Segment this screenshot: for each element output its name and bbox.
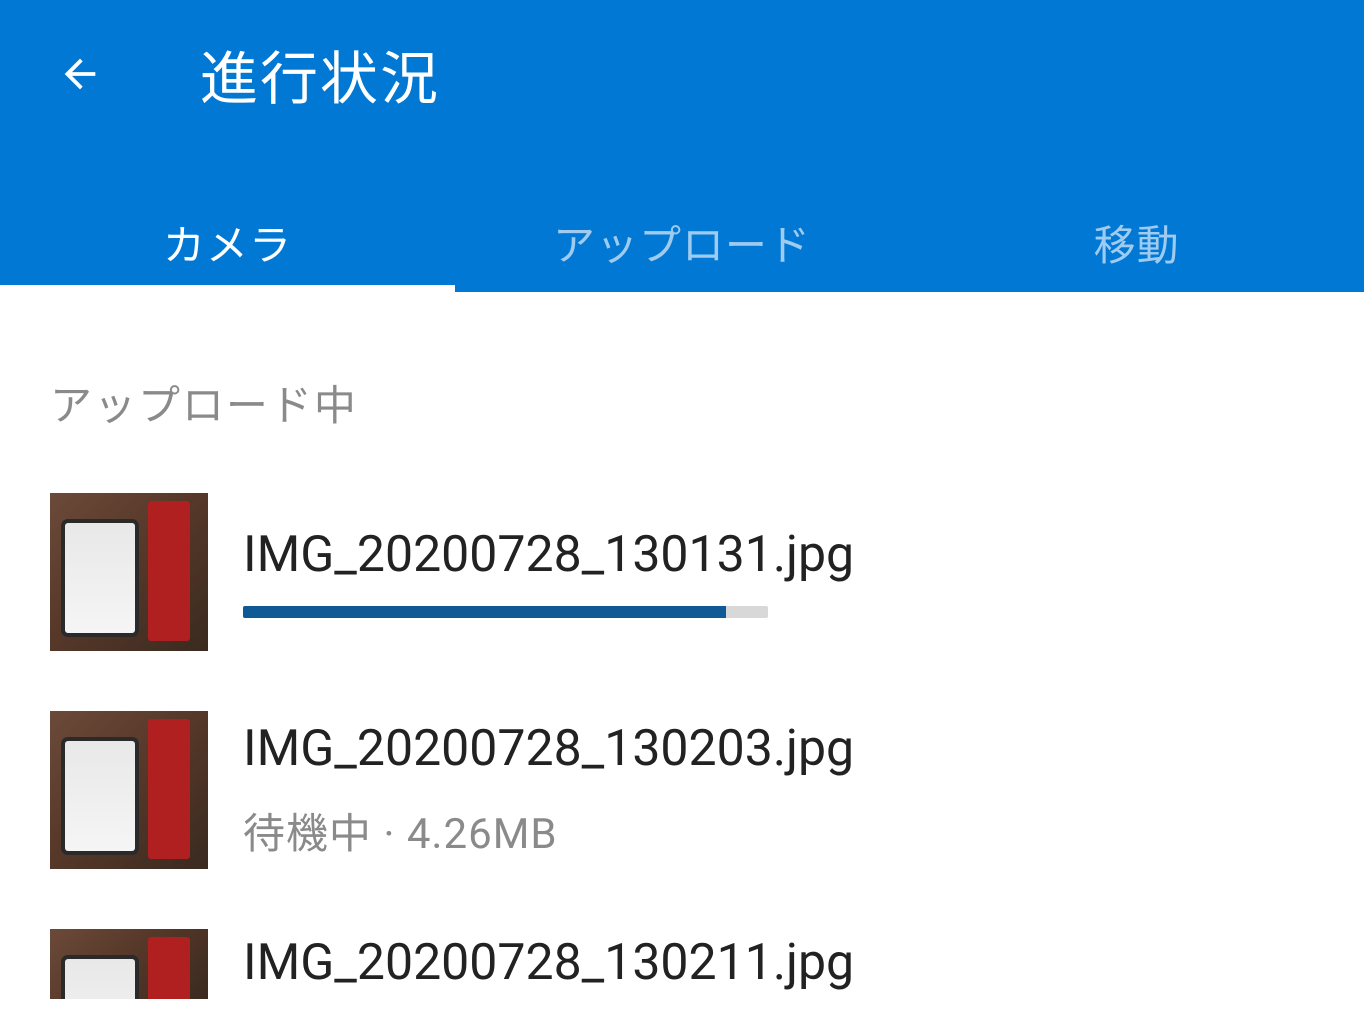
- back-arrow-icon: [57, 51, 103, 97]
- item-body: IMG_20200728_130203.jpg 待機中 · 4.26MB: [243, 720, 1314, 861]
- progress-fill: [243, 606, 726, 618]
- back-button[interactable]: [50, 44, 110, 104]
- size-text: 4.26MB: [407, 810, 558, 859]
- item-body: IMG_20200728_130211.jpg: [243, 934, 1314, 994]
- tab-camera[interactable]: カメラ: [0, 192, 455, 292]
- filename-label: IMG_20200728_130131.jpg: [243, 526, 1314, 584]
- tab-upload[interactable]: アップロード: [455, 192, 910, 292]
- upload-item[interactable]: IMG_20200728_130131.jpg: [50, 493, 1314, 651]
- status-line: 待機中 · 4.26MB: [243, 800, 1314, 861]
- app-header: 進行状況 カメラ アップロード 移動: [0, 0, 1364, 292]
- item-body: IMG_20200728_130131.jpg: [243, 526, 1314, 618]
- tab-bar: カメラ アップロード 移動: [0, 192, 1364, 292]
- page-title: 進行状況: [200, 32, 440, 116]
- thumbnail-icon: [50, 929, 208, 999]
- filename-label: IMG_20200728_130203.jpg: [243, 720, 1314, 778]
- status-text: 待機中: [243, 810, 372, 859]
- titlebar: 進行状況: [0, 0, 1364, 130]
- separator: ·: [383, 810, 406, 859]
- tab-label: カメラ: [163, 212, 292, 273]
- thumbnail-icon: [50, 711, 208, 869]
- tab-move[interactable]: 移動: [909, 192, 1364, 292]
- upload-item[interactable]: IMG_20200728_130203.jpg 待機中 · 4.26MB: [50, 711, 1314, 869]
- content-area: アップロード中 IMG_20200728_130131.jpg IMG_2020…: [0, 372, 1364, 999]
- filename-label: IMG_20200728_130211.jpg: [243, 934, 1314, 994]
- thumbnail-icon: [50, 493, 208, 651]
- upload-item[interactable]: IMG_20200728_130211.jpg: [50, 929, 1314, 999]
- tab-label: 移動: [1094, 212, 1180, 273]
- tab-label: アップロード: [553, 212, 811, 273]
- section-label: アップロード中: [50, 372, 1314, 433]
- upload-progress-bar: [243, 606, 768, 618]
